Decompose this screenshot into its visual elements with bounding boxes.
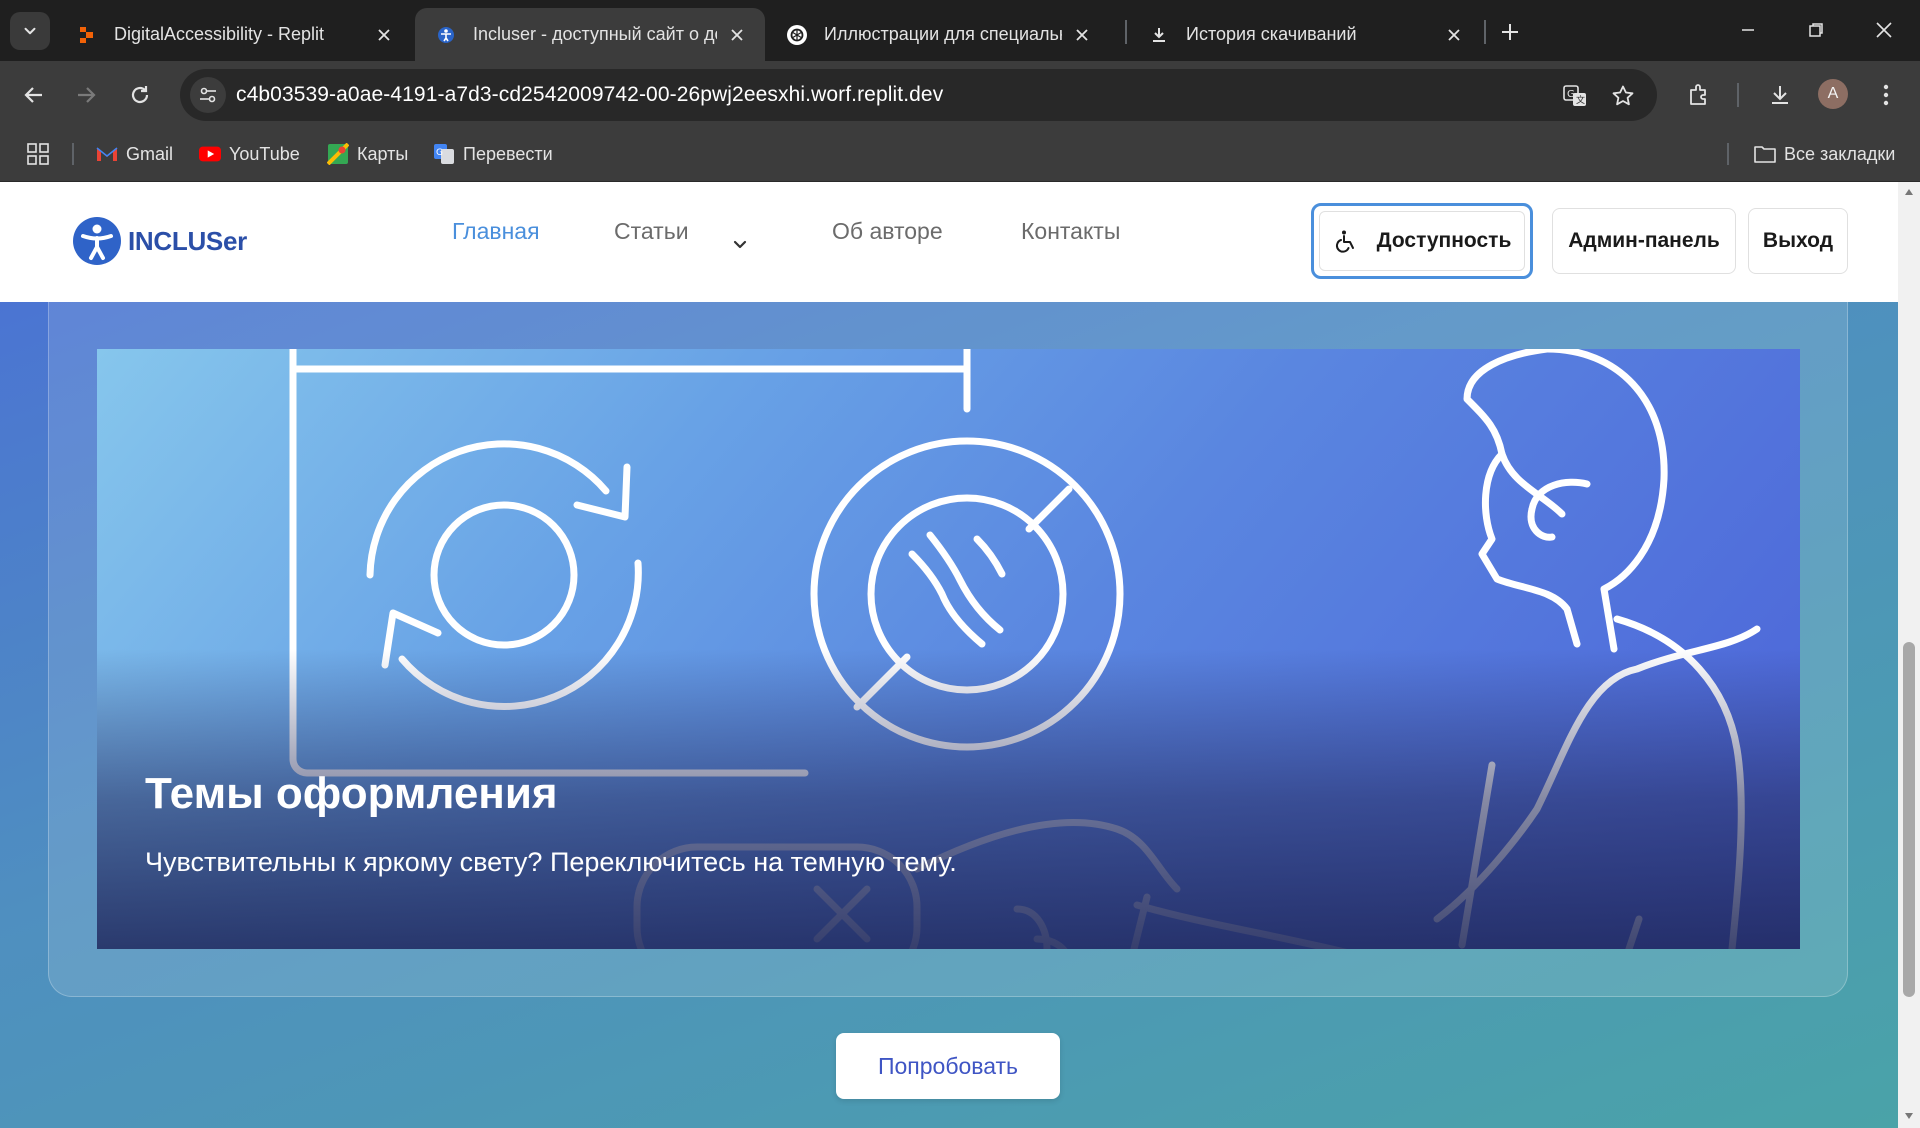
arrow-right-icon: [78, 87, 96, 103]
close-window-button[interactable]: [1861, 10, 1907, 50]
apps-button[interactable]: [26, 139, 50, 169]
nav-articles[interactable]: Статьи: [614, 218, 689, 245]
translate-page-icon[interactable]: G文: [1560, 81, 1590, 111]
accessibility-button[interactable]: Доступность: [1311, 203, 1533, 279]
folder-icon: [1754, 143, 1776, 165]
bookmark-maps[interactable]: Карты: [327, 139, 408, 169]
bookmark-label: Карты: [357, 143, 409, 164]
chevron-down-icon[interactable]: [728, 232, 752, 256]
chevron-down-icon: [24, 27, 36, 35]
reload-icon: [131, 86, 149, 104]
nav-home[interactable]: Главная: [452, 218, 540, 245]
replit-icon: [76, 24, 98, 46]
arrow-left-icon: [24, 87, 42, 103]
accessibility-label: Доступность: [1376, 229, 1512, 252]
back-button[interactable]: [14, 75, 54, 115]
tab-search-button[interactable]: [10, 12, 50, 50]
close-icon[interactable]: [725, 23, 749, 47]
hero-subtitle: Чувствительны к яркому свету? Переключит…: [145, 847, 957, 877]
tab-title: Incluser - доступный сайт о до: [473, 24, 717, 44]
bookmarks-bar: Gmail YouTube Карты G Перевести Все закл…: [0, 127, 1920, 182]
site-logo[interactable]: INCLUSer: [72, 216, 247, 266]
tab-separator: [1484, 20, 1486, 44]
bookmark-gmail[interactable]: Gmail: [96, 139, 173, 169]
bookmark-youtube[interactable]: YouTube: [199, 139, 300, 169]
svg-text:G: G: [436, 148, 443, 158]
tab-replit[interactable]: DigitalAccessibility - Replit: [56, 8, 412, 61]
site-header: INCLUSer Главная Статьи Об авторе Контак…: [0, 182, 1898, 302]
address-bar[interactable]: c4b03539-a0ae-4191-a7d3-cd2542009742-00-…: [180, 69, 1657, 121]
tab-title: Иллюстрации для специальны: [824, 24, 1062, 44]
downloads-icon[interactable]: [1761, 76, 1799, 114]
url-text[interactable]: c4b03539-a0ae-4191-a7d3-cd2542009742-00-…: [236, 83, 943, 107]
scroll-thumb[interactable]: [1903, 642, 1915, 997]
page-scrollbar[interactable]: [1898, 182, 1920, 1128]
all-bookmarks-button[interactable]: Все закладки: [1754, 139, 1895, 169]
gmail-icon: [96, 143, 118, 165]
plus-icon: [1502, 24, 1518, 40]
minimize-icon: [1742, 29, 1754, 31]
toolbar-divider: [1737, 83, 1739, 107]
close-icon: [1876, 22, 1892, 38]
bookmark-star-icon[interactable]: [1608, 81, 1638, 111]
svg-text:文: 文: [1576, 94, 1585, 106]
site-info-button[interactable]: [190, 77, 226, 113]
all-bookmarks-label: Все закладки: [1784, 143, 1896, 164]
scroll-up-icon[interactable]: [1903, 186, 1915, 198]
nav-contacts[interactable]: Контакты: [1021, 218, 1120, 245]
translate-icon: G: [433, 143, 455, 165]
tab-title: История скачиваний: [1186, 24, 1357, 44]
accessibility-icon: [1333, 228, 1359, 254]
tab-separator: [1125, 20, 1127, 44]
bookmark-label: Gmail: [126, 143, 174, 164]
admin-panel-button[interactable]: Админ-панель: [1552, 208, 1736, 274]
browser-toolbar: c4b03539-a0ae-4191-a7d3-cd2542009742-00-…: [0, 61, 1920, 127]
restore-icon: [1809, 23, 1823, 37]
try-button[interactable]: Попробовать: [836, 1033, 1060, 1099]
logo-text: INCLUSer: [128, 225, 247, 256]
close-icon[interactable]: [1070, 23, 1094, 47]
bookmarks-divider: [72, 143, 74, 165]
apps-grid-icon: [27, 143, 49, 165]
tab-strip: DigitalAccessibility - Replit Incluser -…: [0, 0, 1920, 61]
minimize-button[interactable]: [1725, 10, 1771, 50]
tune-icon: [200, 87, 216, 103]
bookmark-translate[interactable]: G Перевести: [433, 139, 553, 169]
tab-illustrations[interactable]: Иллюстрации для специальны: [766, 8, 1110, 61]
accessibility-button-inner: Доступность: [1319, 211, 1525, 271]
site-favicon: [435, 24, 457, 46]
reload-button[interactable]: [120, 75, 160, 115]
bookmarks-divider: [1727, 143, 1729, 165]
restore-button[interactable]: [1793, 10, 1839, 50]
page-viewport: Темы оформления Чувствительны к яркому с…: [0, 182, 1898, 1128]
forward-button[interactable]: [66, 75, 106, 115]
extensions-icon[interactable]: [1680, 76, 1718, 114]
logout-button[interactable]: Выход: [1748, 208, 1848, 274]
scroll-down-icon[interactable]: [1903, 1110, 1915, 1122]
youtube-icon: [199, 143, 221, 165]
download-icon: [1148, 24, 1170, 46]
profile-avatar[interactable]: A: [1818, 79, 1848, 109]
new-tab-button[interactable]: [1492, 14, 1528, 50]
chatgpt-icon: [786, 24, 808, 46]
hero-slide: Темы оформления Чувствительны к яркому с…: [97, 349, 1800, 949]
nav-about[interactable]: Об авторе: [832, 218, 943, 245]
tab-incluser[interactable]: Incluser - доступный сайт о до: [415, 8, 765, 61]
close-icon[interactable]: [1442, 23, 1466, 47]
hero-title: Темы оформления: [145, 769, 558, 818]
bookmark-label: YouTube: [229, 143, 300, 164]
accessibility-logo-icon: [73, 217, 121, 265]
maps-icon: [327, 143, 349, 165]
kebab-menu-icon[interactable]: [1867, 76, 1905, 114]
tab-downloads[interactable]: История скачиваний: [1128, 8, 1482, 61]
tab-title: DigitalAccessibility - Replit: [114, 24, 325, 44]
close-icon[interactable]: [372, 23, 396, 47]
bookmark-label: Перевести: [463, 143, 553, 164]
